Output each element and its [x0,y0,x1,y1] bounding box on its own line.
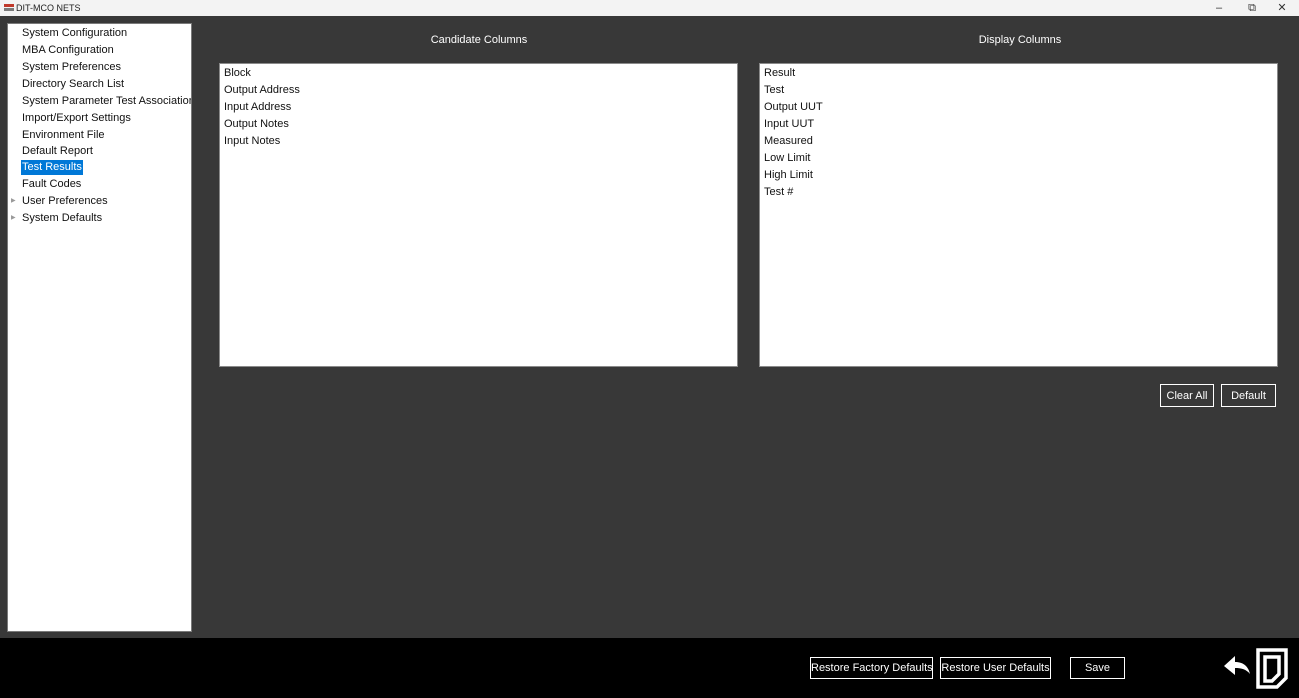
tree-item-system-preferences[interactable]: System Preferences [21,60,122,75]
default-button[interactable]: Default [1221,384,1276,407]
display-item[interactable]: Test [764,82,784,99]
clear-all-button[interactable]: Clear All [1160,384,1214,407]
tree-item-system-parameter-test-associations[interactable]: System Parameter Test Associations [21,94,191,109]
tree-item-system-defaults[interactable]: System Defaults [21,211,103,226]
tree-item-import-export-settings[interactable]: Import/Export Settings [21,111,132,126]
close-button[interactable]: ✕ [1267,0,1297,16]
display-item[interactable]: Test # [764,184,793,201]
display-item[interactable]: Measured [764,133,813,150]
window-title: DIT-MCO NETS [16,3,81,13]
restore-factory-defaults-button[interactable]: Restore Factory Defaults [810,657,933,679]
display-item[interactable]: Low Limit [764,150,810,167]
footer-bar: Restore Factory Defaults Restore User De… [0,638,1299,698]
candidate-columns-title: Candidate Columns [430,34,528,46]
minimize-button[interactable]: – [1204,0,1234,16]
save-button[interactable]: Save [1070,657,1125,679]
candidate-item[interactable]: Input Notes [224,133,280,150]
tree-item-system-configuration[interactable]: System Configuration [21,26,128,41]
candidate-item[interactable]: Output Address [224,82,300,99]
candidate-item[interactable]: Input Address [224,99,291,116]
back-arrow-icon[interactable] [1222,654,1252,683]
tree-item-directory-search-list[interactable]: Directory Search List [21,77,125,92]
candidate-item[interactable]: Block [224,65,251,82]
display-item[interactable]: High Limit [764,167,813,184]
restore-button[interactable]: ⧉ [1237,0,1267,16]
tree-item-fault-codes[interactable]: Fault Codes [21,177,82,192]
display-columns-list[interactable]: Result Test Output UUT Input UUT Measure… [759,63,1278,367]
expand-arrow-icon[interactable]: ▶ [11,194,19,209]
candidate-item[interactable]: Output Notes [224,116,289,133]
title-bar: DIT-MCO NETS – ⧉ ✕ [0,0,1299,16]
tree-item-environment-file[interactable]: Environment File [21,128,106,143]
display-columns-title: Display Columns [978,34,1062,46]
tree-item-test-results[interactable]: Test Results [21,160,83,175]
candidate-columns-list[interactable]: Block Output Address Input Address Outpu… [219,63,738,367]
restore-user-defaults-button[interactable]: Restore User Defaults [940,657,1051,679]
display-item[interactable]: Result [764,65,795,82]
tree-item-user-preferences[interactable]: User Preferences [21,194,109,209]
settings-tree: System Configuration MBA Configuration S… [7,23,192,632]
exit-door-icon[interactable] [1253,647,1291,694]
tree-item-default-report[interactable]: Default Report [21,144,94,159]
app-logo-icon [4,3,14,13]
expand-arrow-icon[interactable]: ▶ [11,211,19,226]
display-item[interactable]: Output UUT [764,99,823,116]
tree-item-mba-configuration[interactable]: MBA Configuration [21,43,115,58]
display-item[interactable]: Input UUT [764,116,814,133]
